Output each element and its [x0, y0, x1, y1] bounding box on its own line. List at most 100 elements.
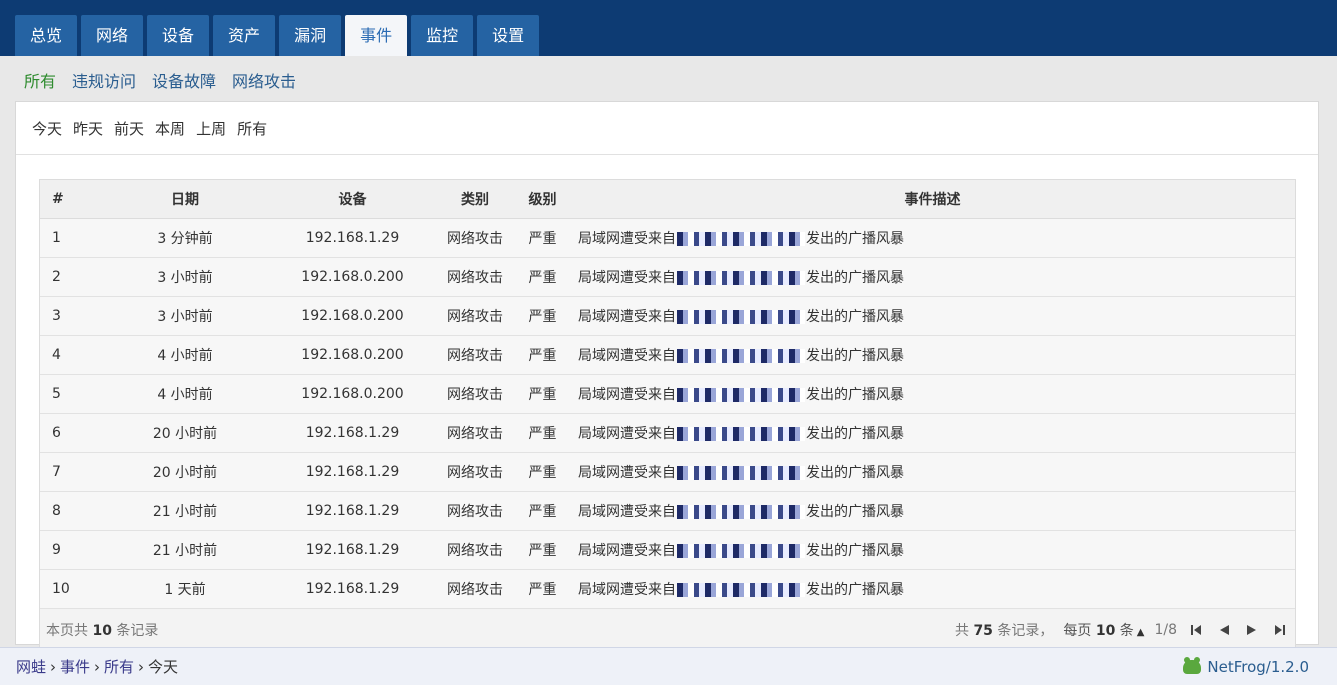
row-description: 局域网遭受来自 发出的广播风暴: [570, 374, 1295, 414]
row-description: 局域网遭受来自 发出的广播风暴: [570, 218, 1295, 258]
row-date: 1 天前: [100, 569, 270, 609]
description-suffix: 发出的广播风暴: [806, 269, 904, 286]
subnav-all[interactable]: 所有: [24, 68, 56, 92]
table-row[interactable]: 9 21 小时前 192.168.1.29 网络攻击 严重 局域网遭受来自 发出的广播风暴: [40, 530, 1295, 570]
description-suffix: 发出的广播风暴: [806, 464, 904, 481]
table-row[interactable]: 13 分钟前 192.168.1.29 网络攻击 严重 局域网遭受来自 发出的广播风暴: [40, 218, 1295, 258]
header-category[interactable]: 类别: [435, 180, 515, 219]
row-date: 4 小时前: [100, 335, 270, 375]
first-page-icon[interactable]: [1187, 621, 1205, 639]
total-suffix: 条记录，: [992, 622, 1054, 639]
redacted-source-mask: [677, 543, 805, 558]
header-description[interactable]: 事件描述: [570, 180, 1295, 219]
filter-all[interactable]: 所有: [237, 118, 267, 139]
description-prefix: 局域网遭受来自: [578, 464, 676, 481]
filter-this-week[interactable]: 本周: [155, 118, 185, 139]
breadcrumb-all[interactable]: 所有: [104, 658, 134, 676]
per-page-selector[interactable]: 每页 10 条 ▲: [1063, 620, 1144, 640]
description-suffix: 发出的广播风暴: [806, 230, 904, 247]
table-row[interactable]: 6 20 小时前 192.168.1.29 网络攻击 严重 局域网遭受来自 发出的广播风暴: [40, 413, 1295, 453]
row-date: 21 小时前: [100, 491, 270, 531]
table-row[interactable]: 54 小时前 192.168.0.200 网络攻击 严重 局域网遭受来自 发出的广播风暴: [40, 374, 1295, 414]
row-index: 10: [40, 569, 100, 609]
row-level: 严重: [515, 218, 570, 258]
row-category: 网络攻击: [435, 374, 515, 414]
row-index: 2: [40, 257, 100, 297]
row-device: 192.168.1.29: [270, 218, 435, 258]
row-index: 7: [40, 452, 100, 492]
description-suffix: 发出的广播风暴: [806, 542, 904, 559]
row-level: 严重: [515, 491, 570, 531]
per-page-suffix: 条: [1115, 622, 1134, 639]
brand-version: NetFrog/1.2.0: [1183, 656, 1309, 676]
tab-settings[interactable]: 设置: [477, 15, 540, 56]
breadcrumb-home[interactable]: 网蛙: [16, 658, 46, 676]
redacted-source-mask: [677, 270, 805, 285]
row-device: 192.168.0.200: [270, 335, 435, 375]
row-device: 192.168.0.200: [270, 296, 435, 336]
tab-vulnerabilities[interactable]: 漏洞: [279, 15, 342, 56]
date-filter-bar: 今天 昨天 前天 本周 上周 所有: [16, 102, 1318, 155]
filter-last-week[interactable]: 上周: [196, 118, 226, 139]
redacted-source-mask: [677, 504, 805, 519]
tab-devices[interactable]: 设备: [147, 15, 210, 56]
filter-today[interactable]: 今天: [32, 118, 62, 139]
events-table: # 日期 设备 类别 级别 事件描述 13 分钟前 192.168.1.29 网络攻…: [39, 179, 1296, 652]
subnav-device-faults[interactable]: 设备故障: [152, 68, 216, 92]
header-device[interactable]: 设备: [270, 180, 435, 219]
subnav-violations[interactable]: 违规访问: [72, 68, 136, 92]
breadcrumb-current: 今天: [148, 658, 179, 676]
table-row[interactable]: 23 小时前 192.168.0.200 网络攻击 严重 局域网遭受来自 发出的广播风暴: [40, 257, 1295, 297]
row-device: 192.168.0.200: [270, 257, 435, 297]
description-prefix: 局域网遭受来自: [578, 347, 676, 364]
last-page-icon[interactable]: [1271, 621, 1289, 639]
row-category: 网络攻击: [435, 413, 515, 453]
row-date: 3 分钟前: [100, 218, 270, 258]
tab-monitoring[interactable]: 监控: [411, 15, 474, 56]
tab-overview[interactable]: 总览: [15, 15, 78, 56]
page-count-prefix: 本页共: [46, 622, 93, 639]
subnav-network-attacks[interactable]: 网络攻击: [232, 68, 296, 92]
prev-page-icon[interactable]: [1215, 621, 1233, 639]
breadcrumb: 网蛙 › 事件 › 所有 › 今天: [16, 656, 178, 677]
row-category: 网络攻击: [435, 335, 515, 375]
table-row[interactable]: 8 21 小时前 192.168.1.29 网络攻击 严重 局域网遭受来自 发出的广播风暴: [40, 491, 1295, 531]
tab-events[interactable]: 事件: [345, 15, 408, 56]
table-row[interactable]: 7 20 小时前 192.168.1.29 网络攻击 严重 局域网遭受来自 发出的广播风暴: [40, 452, 1295, 492]
filter-day-before[interactable]: 前天: [114, 118, 144, 139]
pagination: 共 75 条记录， 每页 10 条 ▲ 1/8: [955, 620, 1289, 640]
status-bar: 网蛙 › 事件 › 所有 › 今天 NetFrog/1.2.0: [0, 647, 1337, 685]
row-level: 严重: [515, 374, 570, 414]
description-prefix: 局域网遭受来自: [578, 425, 676, 442]
header-date[interactable]: 日期: [100, 180, 270, 219]
row-index: 4: [40, 335, 100, 375]
row-level: 严重: [515, 296, 570, 336]
row-description: 局域网遭受来自 发出的广播风暴: [570, 569, 1295, 609]
next-page-icon[interactable]: [1243, 621, 1261, 639]
tab-assets[interactable]: 资产: [213, 15, 276, 56]
breadcrumb-events[interactable]: 事件: [60, 658, 90, 676]
description-suffix: 发出的广播风暴: [806, 503, 904, 520]
row-description: 局域网遭受来自 发出的广播风暴: [570, 413, 1295, 453]
header-index[interactable]: #: [40, 180, 100, 219]
row-level: 严重: [515, 413, 570, 453]
row-device: 192.168.1.29: [270, 530, 435, 570]
breadcrumb-separator: ›: [138, 658, 145, 676]
table-row[interactable]: 33 小时前 192.168.0.200 网络攻击 严重 局域网遭受来自 发出的广播风暴: [40, 296, 1295, 336]
row-level: 严重: [515, 335, 570, 375]
total-prefix: 共: [954, 622, 974, 639]
tab-network[interactable]: 网络: [81, 15, 144, 56]
row-index: 5: [40, 374, 100, 414]
page-indicator: 1/8: [1154, 621, 1177, 638]
row-description: 局域网遭受来自 发出的广播风暴: [570, 491, 1295, 531]
row-description: 局域网遭受来自 发出的广播风暴: [570, 296, 1295, 336]
table-row[interactable]: 44 小时前 192.168.0.200 网络攻击 严重 局域网遭受来自 发出的广播风暴: [40, 335, 1295, 375]
row-category: 网络攻击: [435, 296, 515, 336]
description-prefix: 局域网遭受来自: [578, 308, 676, 325]
table-row[interactable]: 10 1 天前 192.168.1.29 网络攻击 严重 局域网遭受来自 发出的广播风暴: [40, 569, 1295, 609]
description-prefix: 局域网遭受来自: [578, 503, 676, 520]
header-level[interactable]: 级别: [515, 180, 570, 219]
filter-yesterday[interactable]: 昨天: [73, 118, 103, 139]
row-index: 8: [40, 491, 100, 531]
row-description: 局域网遭受来自 发出的广播风暴: [570, 335, 1295, 375]
